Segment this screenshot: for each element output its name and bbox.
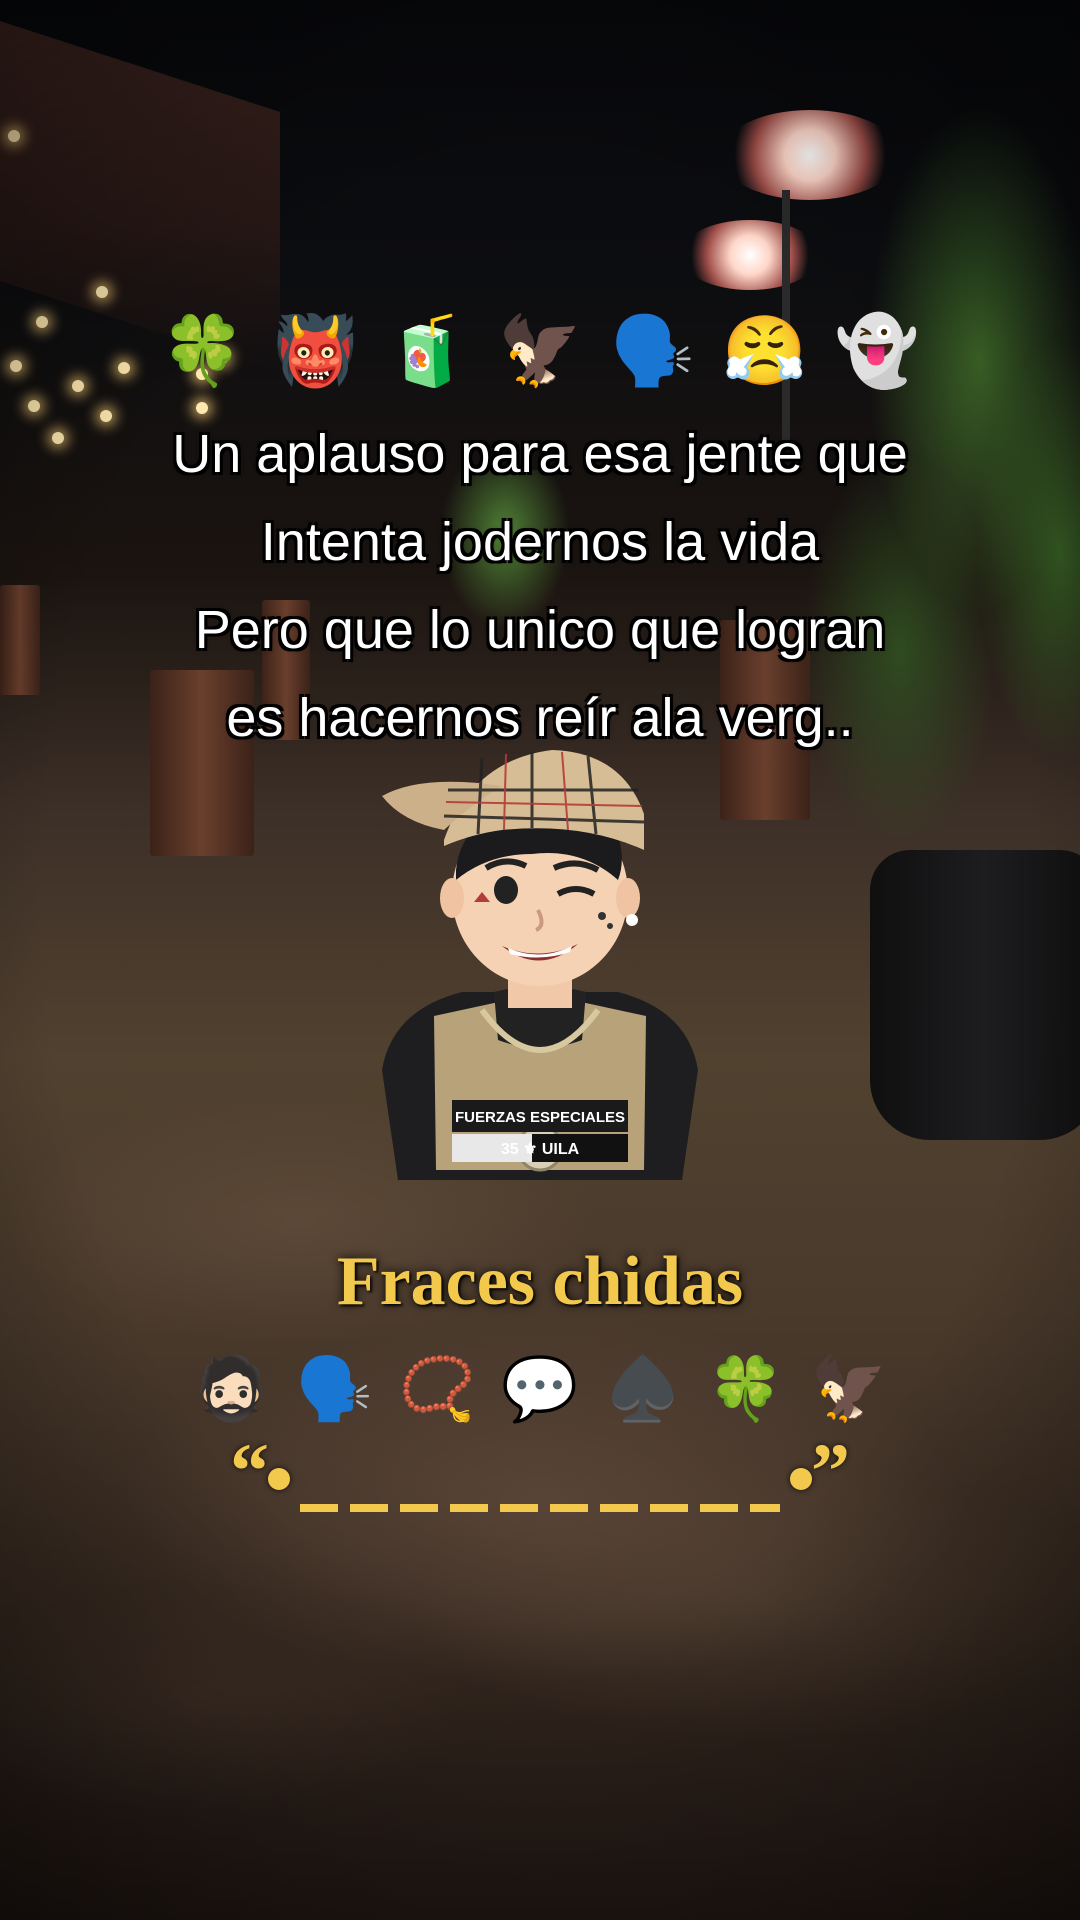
close-quote-mark: ” xyxy=(811,1427,850,1514)
prayer-beads-icon: 📿 xyxy=(398,1352,476,1425)
speaking-head-icon: 🗣️ xyxy=(295,1352,373,1425)
bottom-emoji-row: 🧔🏻 🗣️ 📿 💬 ♠️ 🍀 🦅 xyxy=(0,1358,1080,1420)
bullet-dot xyxy=(790,1468,812,1490)
video-frame: 🍀 👹 🧃 🦅 🗣️ 😤 👻 Un aplauso para esa jente… xyxy=(0,0,1080,1920)
spade-icon: ♠️ xyxy=(604,1352,682,1425)
avatar-sticker: FUERZAS ESPECIALES 35 ⚜ UILA xyxy=(382,730,698,1180)
steam-nose-face-icon: 😤 xyxy=(722,312,807,391)
caption-line: Intenta jodernos la vida xyxy=(260,512,820,572)
vest-label-line1: FUERZAS ESPECIALES xyxy=(455,1109,625,1126)
eagle-icon: 🦅 xyxy=(497,312,583,391)
eagle-icon: 🦅 xyxy=(810,1352,888,1425)
caption-line: Un aplauso para esa jente que xyxy=(172,424,908,484)
top-emoji-row: 🍀 👹 🧃 🦅 🗣️ 😤 👻 xyxy=(0,318,1080,386)
clover-icon: 🍀 xyxy=(707,1352,785,1425)
dash-line xyxy=(300,1504,780,1512)
clover-icon: 🍀 xyxy=(160,312,246,391)
quote-placeholder: “ ” xyxy=(230,1432,850,1522)
speech-bubble-icon: 💬 xyxy=(501,1352,579,1425)
ogre-icon: 👹 xyxy=(273,312,358,391)
juice-box-icon: 🧃 xyxy=(385,312,471,391)
bullet-dot xyxy=(268,1468,290,1490)
caption-text: Un aplauso para esa jente que Intenta jo… xyxy=(40,410,1040,762)
speaking-head-icon: 🗣️ xyxy=(609,312,695,391)
open-quote-mark: “ xyxy=(230,1427,269,1514)
ghost-icon: 👻 xyxy=(834,312,920,391)
caption-line: Pero que lo unico que logran xyxy=(194,600,886,660)
vest-label-line2: 35 ⚜ UILA xyxy=(501,1141,580,1158)
title-text: Fraces chidas xyxy=(336,1243,744,1320)
bearded-man-icon: 🧔🏻 xyxy=(192,1352,270,1425)
